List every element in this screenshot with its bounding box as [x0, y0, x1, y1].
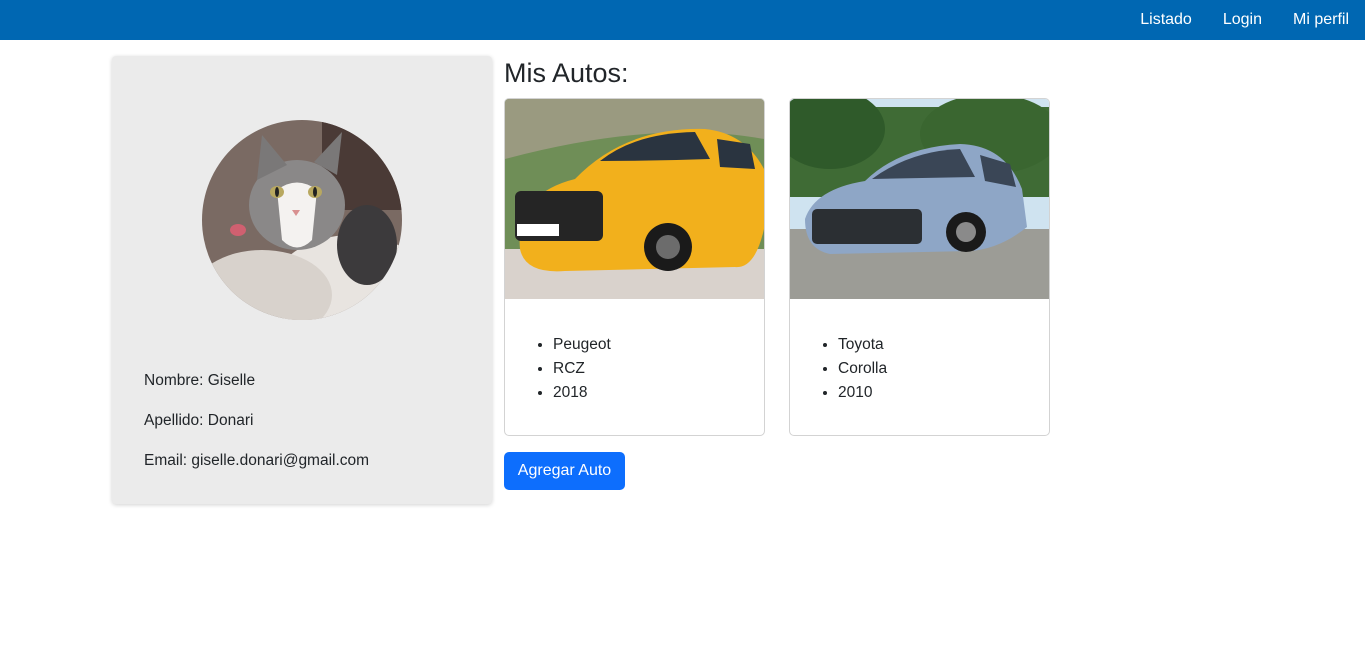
car-brand: Peugeot — [553, 333, 611, 357]
car-year: 2018 — [553, 381, 611, 405]
car-card: Peugeot RCZ 2018 — [504, 98, 765, 436]
car-photo-peugeot — [505, 99, 764, 299]
profile-card: Nombre: Giselle Apellido: Donari Email: … — [112, 56, 492, 504]
car-model: Corolla — [838, 357, 887, 381]
nav-links: Listado Login Mi perfil — [1109, 0, 1349, 40]
profile-email: Email: giselle.donari@gmail.com — [144, 452, 370, 469]
car-model: RCZ — [553, 357, 611, 381]
car-brand: Toyota — [838, 333, 887, 357]
add-car-button[interactable]: Agregar Auto — [504, 452, 625, 490]
car-photo-toyota — [790, 99, 1049, 299]
profile-lastname: Apellido: Donari — [144, 412, 254, 429]
top-navbar: Listado Login Mi perfil — [0, 0, 1365, 40]
car-card: Toyota Corolla 2010 — [789, 98, 1050, 436]
profile-name: Nombre: Giselle — [144, 372, 256, 389]
page-title: Mis Autos: — [504, 58, 629, 88]
car-details-list: Toyota Corolla 2010 — [838, 333, 887, 405]
profile-avatar — [202, 120, 402, 320]
car-year: 2010 — [838, 381, 887, 405]
car-details-list: Peugeot RCZ 2018 — [553, 333, 611, 405]
nav-link-listado[interactable]: Listado — [1140, 11, 1192, 29]
nav-link-login[interactable]: Login — [1223, 11, 1262, 29]
nav-link-mi-perfil[interactable]: Mi perfil — [1293, 11, 1349, 29]
cat-photo — [202, 120, 402, 320]
